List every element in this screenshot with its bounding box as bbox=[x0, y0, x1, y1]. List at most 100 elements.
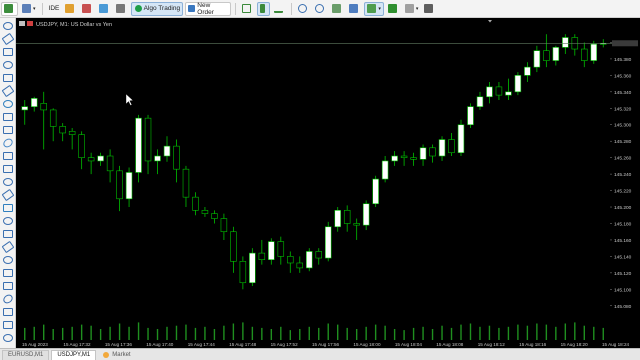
channel-icon[interactable] bbox=[3, 100, 13, 108]
candle-body-bull bbox=[486, 86, 493, 98]
ellipse-icon[interactable] bbox=[3, 256, 13, 264]
tile-windows-icon[interactable] bbox=[330, 2, 345, 16]
candle bbox=[590, 40, 598, 64]
profiles-icon[interactable]: ▾ bbox=[20, 2, 38, 16]
play-icon bbox=[134, 5, 142, 12]
tab-market[interactable]: Market bbox=[98, 350, 135, 360]
candle-body-bull bbox=[438, 139, 446, 157]
history-icon[interactable] bbox=[63, 2, 78, 16]
cycle-icon[interactable] bbox=[3, 204, 13, 212]
time-tick-label: 15 Aug 18:04 bbox=[395, 342, 423, 347]
event-icon[interactable] bbox=[3, 321, 13, 329]
market-tab-icon bbox=[103, 352, 110, 358]
time-tick-label: 15 Aug 17:44 bbox=[188, 342, 216, 347]
ruler-icon[interactable] bbox=[3, 308, 13, 316]
candle-chart-icon[interactable] bbox=[257, 1, 271, 16]
symbol-flag-icon bbox=[27, 21, 33, 26]
candle-body-bull bbox=[21, 106, 28, 111]
tab-eurusd[interactable]: EURUSD,M1 bbox=[2, 350, 50, 360]
signals-icon[interactable] bbox=[80, 2, 95, 16]
candle-body-bear bbox=[429, 147, 436, 157]
toolbar-separator bbox=[291, 2, 293, 15]
cursor-icon[interactable] bbox=[3, 22, 13, 30]
rectangle-icon[interactable] bbox=[1, 240, 15, 254]
price-tick-label: 145.220 bbox=[614, 189, 632, 195]
candle-body-bear bbox=[49, 109, 57, 127]
algo-trading-button[interactable]: Algo Trading bbox=[131, 1, 184, 16]
pitchfork-icon[interactable] bbox=[3, 126, 13, 134]
candle-body-bull bbox=[154, 155, 161, 162]
autoscroll-icon[interactable]: ▾ bbox=[364, 1, 384, 16]
price-tick-label: 145.240 bbox=[614, 172, 632, 178]
time-tick-label: 15 Aug 18:24 bbox=[602, 342, 630, 347]
text-icon[interactable] bbox=[3, 165, 13, 173]
main-toolbar: ▾ IDE Algo Trading New Order ▾ ▾ bbox=[0, 0, 640, 18]
bar-chart-icon[interactable] bbox=[240, 2, 255, 16]
timeframes-icon[interactable] bbox=[422, 2, 437, 16]
candle-body-bear bbox=[258, 252, 266, 260]
time-tick-label: 15 Aug 17:36 bbox=[105, 342, 133, 347]
crosshair-icon[interactable] bbox=[1, 32, 15, 46]
price-label-icon[interactable] bbox=[3, 282, 13, 290]
candle-body-bear bbox=[192, 196, 199, 211]
vertical-line-icon[interactable] bbox=[3, 48, 13, 56]
shapes-icon[interactable] bbox=[3, 152, 13, 160]
candle-body-bull bbox=[476, 96, 484, 107]
price-tick-label: 145.380 bbox=[614, 57, 632, 63]
regression-icon[interactable] bbox=[3, 217, 13, 225]
candle-body-bear bbox=[410, 157, 417, 160]
tab-usdjpy[interactable]: USDJPY,M1 bbox=[51, 350, 97, 360]
new-chart-icon[interactable] bbox=[1, 1, 18, 16]
time-tick-label: 15 Aug 17:52 bbox=[271, 342, 299, 347]
chart-shift-icon[interactable] bbox=[347, 2, 362, 16]
new-order-button[interactable]: New Order bbox=[185, 1, 232, 16]
price-tick-label: 145.100 bbox=[614, 287, 632, 293]
elliott-icon[interactable] bbox=[1, 188, 15, 202]
line-chart-icon[interactable] bbox=[272, 2, 287, 16]
templates-icon[interactable]: ▾ bbox=[403, 2, 421, 16]
drawing-tools-panel bbox=[0, 18, 16, 348]
ray-icon[interactable] bbox=[1, 84, 15, 98]
candle-body-bull bbox=[268, 241, 275, 260]
terminal-icon[interactable] bbox=[114, 2, 129, 16]
candle-body-bull bbox=[457, 124, 465, 154]
candle bbox=[249, 248, 256, 287]
time-tick-label: 15 Aug 17:40 bbox=[146, 342, 174, 347]
toolbar-separator bbox=[41, 2, 43, 15]
candle-body-bull bbox=[334, 210, 341, 228]
arrow-icon[interactable] bbox=[3, 178, 13, 186]
settings-icon[interactable] bbox=[3, 334, 13, 342]
candle-body-bull bbox=[467, 106, 474, 126]
market-icon[interactable] bbox=[97, 2, 112, 16]
horizontal-line-icon[interactable] bbox=[3, 61, 13, 69]
candle-body-bear bbox=[448, 139, 455, 154]
trendline-icon[interactable] bbox=[3, 74, 13, 82]
price-tick-label: 145.280 bbox=[614, 139, 632, 145]
indicators-icon[interactable] bbox=[386, 2, 401, 16]
candle-body-bull bbox=[391, 155, 398, 162]
price-chart[interactable]: 145.400145.380145.360145.340145.320145.3… bbox=[16, 18, 640, 348]
price-tick-label: 145.340 bbox=[614, 90, 632, 96]
zoom-in-icon[interactable] bbox=[296, 2, 311, 16]
candle bbox=[372, 175, 379, 208]
wave-icon[interactable] bbox=[1, 292, 15, 306]
candle-body-bear bbox=[353, 223, 360, 226]
price-tick-label: 145.300 bbox=[614, 123, 632, 129]
candle-body-bear bbox=[315, 251, 322, 259]
candle-body-bull bbox=[552, 47, 560, 61]
candle-body-bull bbox=[514, 75, 522, 93]
gann-icon[interactable] bbox=[1, 136, 15, 150]
candle-body-bull bbox=[306, 251, 313, 269]
candle-body-bear bbox=[40, 103, 47, 111]
triangle-icon[interactable] bbox=[3, 230, 13, 238]
time-tick-label: 15 Aug 18:00 bbox=[353, 342, 381, 347]
ide-button[interactable]: IDE bbox=[47, 2, 62, 16]
candle bbox=[324, 221, 332, 262]
label-icon[interactable] bbox=[3, 269, 13, 277]
chart-window[interactable]: 145.400145.380145.360145.340145.320145.3… bbox=[16, 18, 640, 348]
time-tick-label: 15 Aug 18:20 bbox=[561, 342, 589, 347]
candle-body-bull bbox=[249, 252, 256, 284]
zoom-out-icon[interactable] bbox=[313, 2, 328, 16]
fibonacci-icon[interactable] bbox=[3, 113, 13, 121]
price-tick-label: 145.200 bbox=[614, 205, 632, 211]
